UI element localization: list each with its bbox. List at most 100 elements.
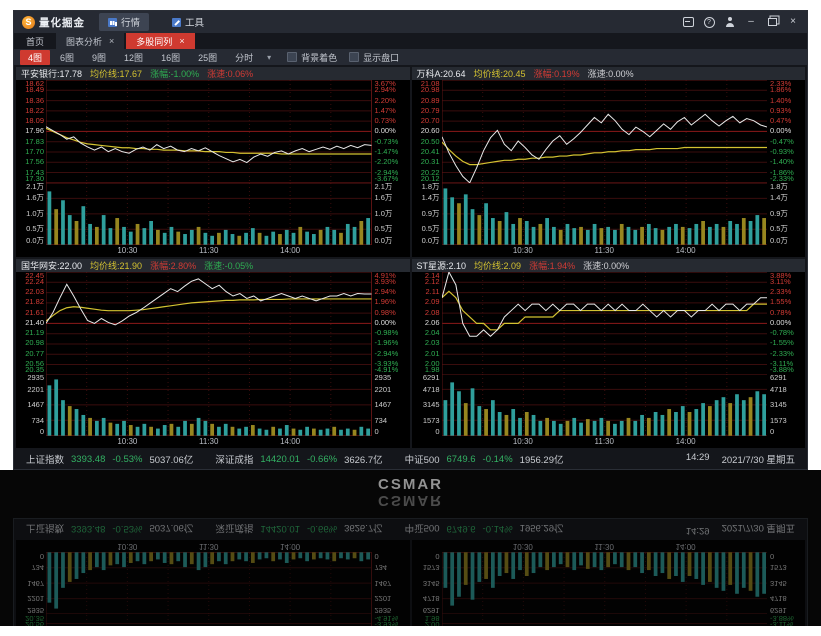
axis-tick: 0.47% (770, 117, 791, 125)
index-csi500: 中证500 6749.6 -0.14% 1956.29亿 (405, 452, 564, 466)
axis-tick: 0.5万 (770, 225, 788, 233)
price-plot[interactable] (442, 272, 768, 375)
axis-tick: 2.33% (770, 288, 791, 296)
axis-tick: 21.19 (25, 329, 44, 337)
axis-tick: 2201 (375, 386, 392, 394)
feedback-button[interactable] (682, 16, 694, 28)
minute-chart-button[interactable]: 分时 (227, 50, 261, 65)
grid-9-button[interactable]: 9图 (84, 50, 114, 65)
background-color-label: 背景着色 (301, 51, 337, 64)
index-value: 6749.6 (446, 454, 475, 465)
volume-plot[interactable] (46, 183, 372, 245)
price-plot[interactable] (46, 272, 372, 375)
axis-tick: -2.33% (770, 350, 794, 358)
tab-home[interactable]: 首页 (16, 33, 54, 49)
change-speed: 涨速:0.00% (583, 259, 629, 272)
user-button[interactable] (724, 16, 736, 28)
axis-tick: 2935 (27, 374, 44, 382)
tab-bar: 首页 图表分析 × 多股同列 × (14, 33, 807, 49)
volume-plot[interactable] (442, 183, 768, 245)
axis-tick: -0.98% (375, 329, 399, 337)
axis-tick: 1.6万 (375, 194, 393, 202)
axis-tick: 734 (375, 417, 388, 425)
axis-tick: 1467 (375, 401, 392, 409)
index-label: 深证成指 (215, 452, 253, 466)
price-plot[interactable] (46, 80, 372, 183)
axis-tick: 1573 (423, 417, 440, 425)
close-button[interactable]: × (787, 16, 799, 28)
minimize-button[interactable]: – (745, 16, 757, 28)
axis-tick: 17.83 (25, 138, 44, 146)
checkbox-icon (287, 52, 297, 62)
close-tab-icon[interactable]: × (109, 36, 114, 46)
grid-4-button[interactable]: 4图 (20, 50, 50, 65)
chart-panel-guohua-wangan[interactable]: 国华网安:22.00 均价线:21.90 涨幅:2.80% 涨速:-0.05% … (16, 259, 410, 449)
axis-tick: 0.00% (375, 319, 396, 327)
help-icon: ? (704, 17, 715, 28)
axis-tick: 18.36 (25, 97, 44, 105)
axis-tick: 2.1万 (375, 183, 393, 191)
volume-chart-svg (442, 183, 768, 245)
chart-panel-vanke-a[interactable]: 万科A:20.64 均价线:20.45 涨幅:0.19% 涨速:0.00% 21… (412, 67, 806, 257)
axis-tick: 3145 (423, 401, 440, 409)
axis-tick: 1.0万 (375, 210, 393, 218)
app-logo: S (22, 16, 35, 29)
volume-pane: 2.1万1.6万1.0万0.5万0.0万 2.1万1.6万1.0万0.5万0.0… (16, 183, 410, 245)
tools-icon (172, 18, 181, 27)
axis-tick: 0.0万 (375, 237, 393, 245)
volume-pane: 2935220114677340 2935220114677340 (16, 374, 410, 436)
menu-quotes[interactable]: 行情 (99, 13, 149, 31)
time-tick: 10:30 (117, 437, 137, 446)
axis-tick: 0 (40, 428, 44, 436)
axis-tick: 6291 (770, 374, 787, 382)
axis-tick: 0 (770, 428, 774, 436)
axis-tick: 1.96% (375, 298, 396, 306)
index-amount: 3626.7亿 (344, 452, 383, 466)
axis-tick: 0.9万 (770, 210, 788, 218)
index-change: -0.66% (307, 454, 337, 465)
chart-panel-st-xingyuan[interactable]: ST星源:2.10 均价线:2.09 涨幅:1.94% 涨速:0.00% 2.1… (412, 259, 806, 449)
axis-tick: 0.0万 (422, 237, 440, 245)
menu-tools[interactable]: 工具 (163, 13, 213, 31)
axis-tick: 2.01 (425, 350, 440, 358)
chart-panel-pingan-bank[interactable]: 平安银行:17.78 均价线:17.67 涨幅:-1.00% 涨速:0.06% … (16, 67, 410, 257)
restore-button[interactable] (766, 16, 778, 28)
avg-line-value: 均价线:17.67 (90, 67, 142, 80)
tab-multi-stock-label: 多股同列 (136, 35, 172, 48)
background-color-checkbox[interactable]: 背景着色 (287, 51, 337, 64)
volume-axis-left: 2.1万1.6万1.0万0.5万0.0万 (16, 183, 46, 245)
price-plot[interactable] (442, 80, 768, 183)
grid-25-button[interactable]: 25图 (190, 50, 225, 65)
axis-tick: 18.09 (25, 117, 44, 125)
axis-tick: 0.98% (375, 309, 396, 317)
status-bar: 上证指数 3393.48 -0.53% 5037.06亿 深证成指 14420.… (14, 449, 807, 469)
change-percent: 涨幅:-1.00% (150, 67, 199, 80)
chart-header: 平安银行:17.78 均价线:17.67 涨幅:-1.00% 涨速:0.06% (16, 67, 410, 80)
show-quote-checkbox[interactable]: 显示盘口 (349, 51, 399, 64)
chevron-down-icon[interactable]: ▾ (267, 53, 271, 62)
tab-chart-analysis[interactable]: 图表分析 × (56, 33, 124, 49)
help-button[interactable]: ? (703, 16, 715, 28)
close-tab-icon[interactable]: × (179, 36, 184, 46)
axis-tick: 0.5万 (422, 225, 440, 233)
time-tick: 11:30 (595, 246, 614, 255)
index-change: -0.14% (483, 454, 513, 465)
checkbox-icon (349, 52, 359, 62)
axis-tick: 2.08 (425, 309, 440, 317)
volume-plot[interactable] (442, 374, 768, 436)
axis-tick: 20.50 (421, 138, 440, 146)
chart-header: ST星源:2.10 均价线:2.09 涨幅:1.94% 涨速:0.00% (412, 259, 806, 272)
axis-tick: 20.70 (421, 117, 440, 125)
grid-16-button[interactable]: 16图 (153, 50, 188, 65)
axis-tick: 0.78% (770, 309, 791, 317)
axis-tick: 17.70 (25, 148, 44, 156)
volume-pane: 1.8万1.4万0.9万0.5万0.0万 1.8万1.4万0.9万0.5万0.0… (412, 183, 806, 245)
volume-axis-left: 2935220114677340 (16, 374, 46, 436)
grid-12-button[interactable]: 12图 (116, 50, 151, 65)
grid-6-button[interactable]: 6图 (52, 50, 82, 65)
axis-tick: 22.03 (25, 288, 44, 296)
time-tick: 10:30 (513, 437, 533, 446)
show-quote-label: 显示盘口 (363, 51, 399, 64)
tab-multi-stock[interactable]: 多股同列 × (126, 33, 194, 49)
volume-plot[interactable] (46, 374, 372, 436)
